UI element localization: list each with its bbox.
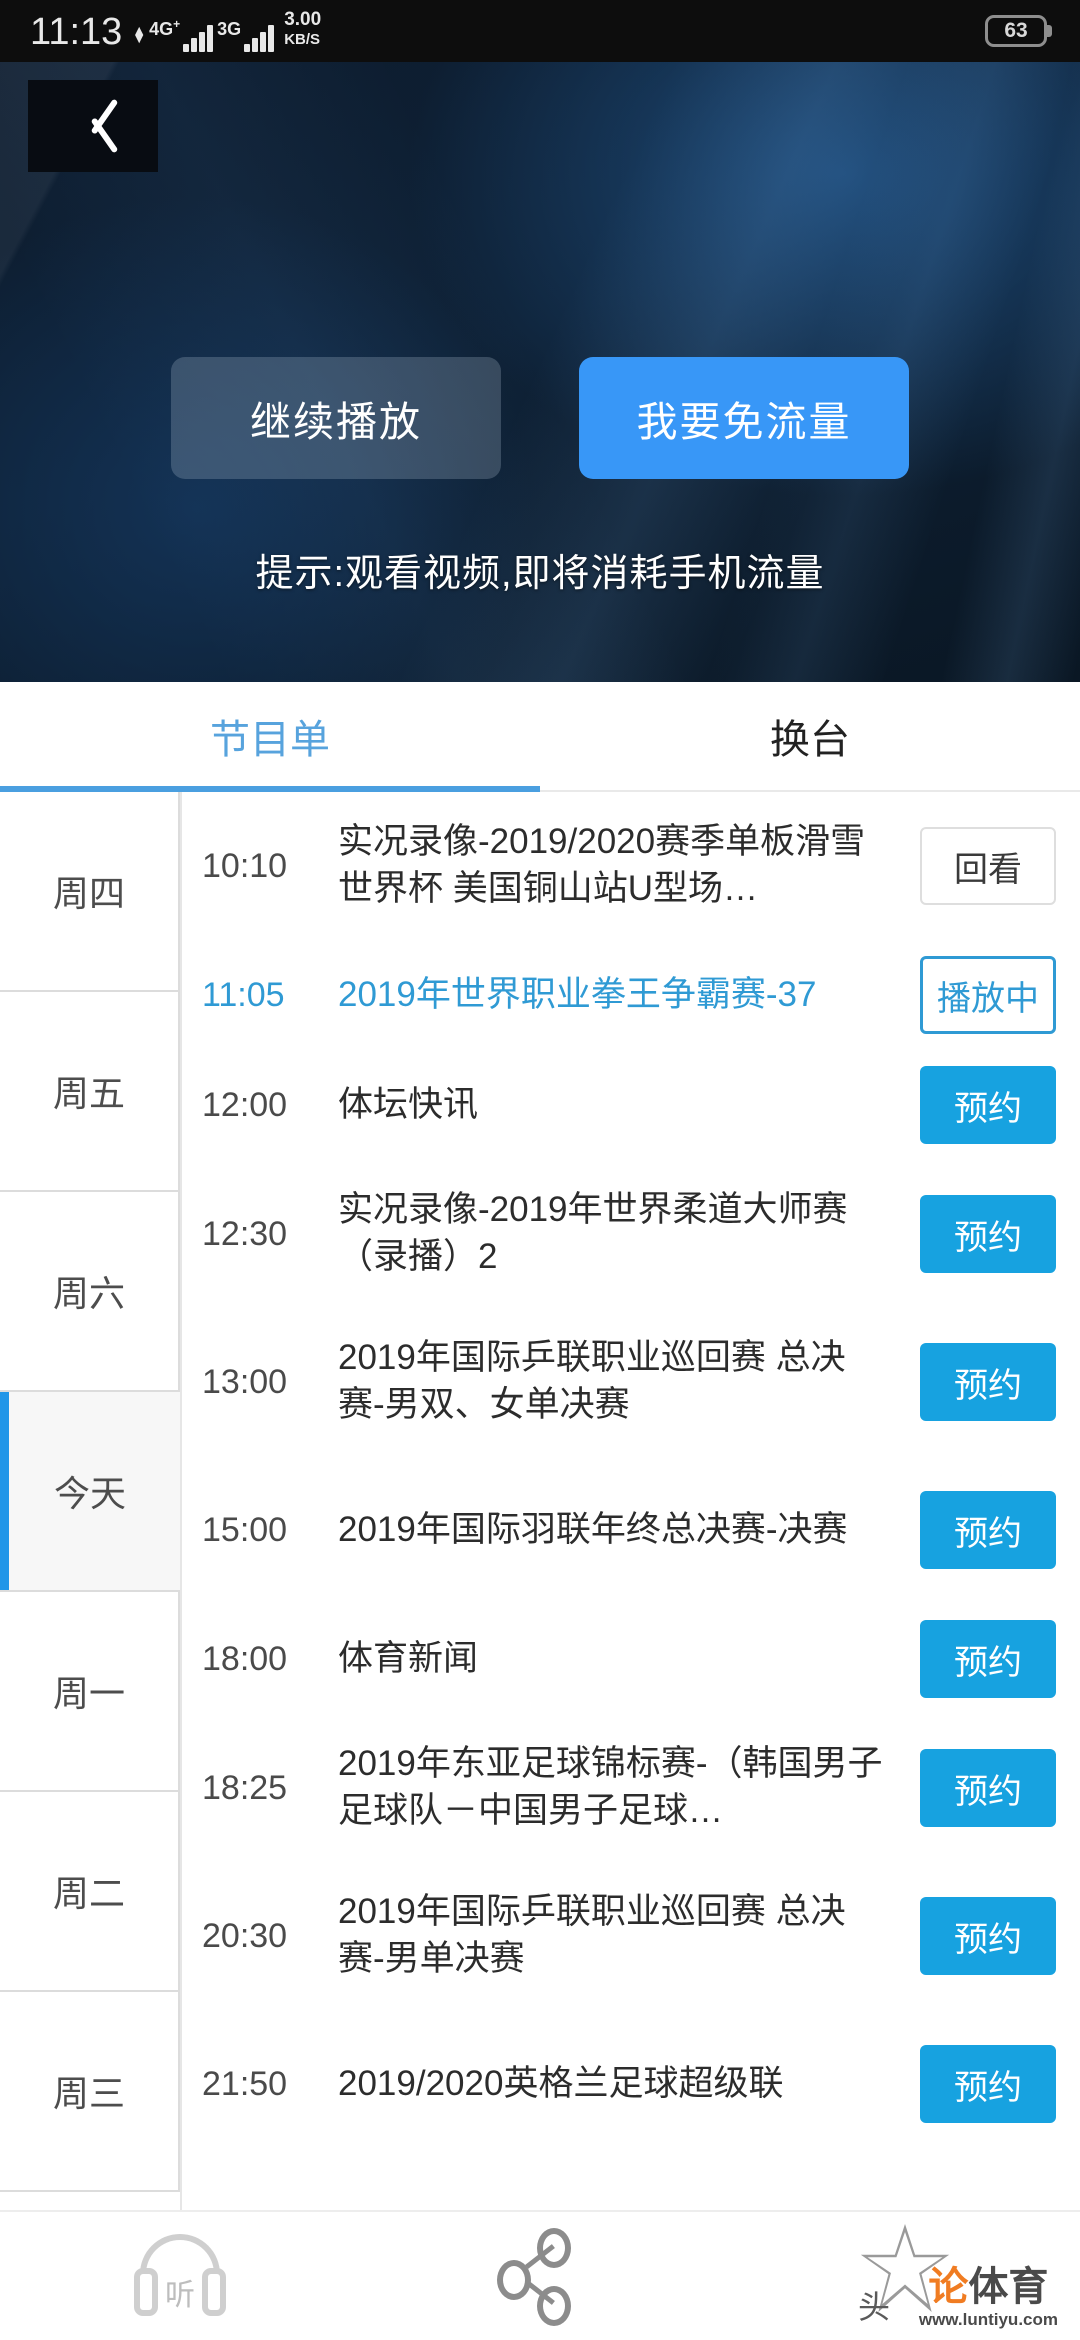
program-title: 2019年东亚足球锦标赛-（韩国男子足球队－中国男子足球… — [338, 1744, 883, 1830]
watermark-brand: 论体育 — [919, 2267, 1058, 2307]
content-tabs: 节目单 换台 — [0, 682, 1080, 792]
program-action-cell: 预约 — [906, 1620, 1056, 1698]
data-transfer-arrows-icon: ▲ ▼ — [132, 22, 146, 46]
battery-icon: 63 — [985, 15, 1047, 47]
network-type-secondary: 3G — [217, 19, 242, 39]
reserve-button[interactable]: 预约 — [920, 1066, 1056, 1144]
program-title: 实况录像-2019/2020赛季单板滑雪世界杯 美国铜山站U型场… — [338, 822, 866, 908]
network-speed-value: 3.00 — [284, 9, 322, 30]
program-title: 实况录像-2019年世界柔道大师赛（录播）2 — [338, 1190, 848, 1276]
program-title: 2019年世界职业拳王争霸赛-37 — [338, 974, 817, 1014]
table-row[interactable]: 21:50 2019/2020英格兰足球超级联 预约 — [182, 2010, 1080, 2158]
bottom-navigation-bar: 听 头 论体育 www.luntiyu.com — [0, 2210, 1080, 2340]
share-icon — [497, 2228, 583, 2326]
signal-secondary: 3G — [217, 19, 275, 52]
table-row[interactable]: 18:25 2019年东亚足球锦标赛-（韩国男子足球队－中国男子足球… 预约 — [182, 1714, 1080, 1862]
program-time: 10:10 — [202, 846, 288, 885]
network-type-primary: 4G+ — [149, 17, 181, 39]
tab-change-channel[interactable]: 换台 — [540, 682, 1080, 790]
program-title: 体育新闻 — [338, 1638, 479, 1678]
program-action-cell: 预约 — [906, 2045, 1056, 2123]
signal-bars-icon-primary — [183, 24, 214, 52]
schedule-section: 周四 周五 周六 今天 周一 周二 周三 10:10 实况录像-2019/202… — [0, 792, 1080, 2210]
program-list[interactable]: 10:10 实况录像-2019/2020赛季单板滑雪世界杯 美国铜山站U型场… … — [180, 792, 1080, 2210]
favorite-label: 头 — [857, 2289, 890, 2325]
program-time: 21:50 — [202, 2064, 288, 2103]
reserve-button[interactable]: 预约 — [920, 2045, 1056, 2123]
network-speed: 3.00 KB/S — [284, 10, 321, 50]
site-watermark: 论体育 www.luntiyu.com — [919, 2267, 1058, 2328]
network-speed-unit: KB/S — [284, 31, 321, 48]
sidebar-item-day-0[interactable]: 周四 — [0, 792, 180, 992]
headphones-icon: 听 — [134, 2234, 226, 2318]
table-row[interactable]: 12:30 实况录像-2019年世界柔道大师赛（录播）2 预约 — [182, 1160, 1080, 1308]
reserve-button[interactable]: 预约 — [920, 1897, 1056, 1975]
program-time: 13:00 — [202, 1362, 288, 1401]
program-action-cell: 回看 — [906, 827, 1056, 905]
program-title: 2019年国际乒联职业巡回赛 总决赛-男单决赛 — [338, 1892, 846, 1978]
table-row[interactable]: 15:00 2019年国际羽联年终总决赛-决赛 预约 — [182, 1456, 1080, 1604]
program-time: 15:00 — [202, 1510, 288, 1549]
reserve-button[interactable]: 预约 — [920, 1491, 1056, 1569]
data-usage-hint: 提示:观看视频,即将消耗手机流量 — [255, 553, 825, 595]
chevron-left-icon — [74, 93, 112, 159]
program-title: 2019/2020英格兰足球超级联 — [338, 2063, 784, 2103]
sidebar-item-day-today[interactable]: 今天 — [0, 1392, 180, 1592]
table-row[interactable]: 13:00 2019年国际乒联职业巡回赛 总决赛-男双、女单决赛 预约 — [182, 1308, 1080, 1456]
status-network-group: ▲ ▼ 4G+ 3G 3.00 KB/S — [132, 10, 321, 52]
watermark-url: www.luntiyu.com — [918, 2310, 1058, 2329]
day-selector-sidebar: 周四 周五 周六 今天 周一 周二 周三 — [0, 792, 180, 2210]
program-action-cell: 预约 — [906, 1897, 1056, 1975]
player-action-row: 继续播放 我要免流量 — [0, 357, 1080, 479]
table-row[interactable]: 12:00 体坛快讯 预约 — [182, 1050, 1080, 1160]
status-bar: 11:13 ▲ ▼ 4G+ 3G 3.00 KB/S 63 — [0, 0, 1080, 62]
table-row[interactable]: 11:05 2019年世界职业拳王争霸赛-37 播放中 — [182, 940, 1080, 1050]
status-clock: 11:13 — [30, 11, 123, 53]
tab-schedule[interactable]: 节目单 — [0, 682, 540, 790]
program-time: 18:00 — [202, 1639, 288, 1678]
program-time: 18:25 — [202, 1768, 288, 1807]
table-row[interactable]: 18:00 体育新闻 预约 — [182, 1604, 1080, 1714]
continue-play-button[interactable]: 继续播放 — [171, 357, 501, 479]
video-player[interactable]: 继续播放 我要免流量 提示:观看视频,即将消耗手机流量 — [0, 62, 1080, 682]
reserve-button[interactable]: 预约 — [920, 1343, 1056, 1421]
signal-bars-icon-secondary — [244, 24, 275, 52]
table-row[interactable]: 20:30 2019年国际乒联职业巡回赛 总决赛-男单决赛 预约 — [182, 1862, 1080, 2010]
reserve-button[interactable]: 预约 — [920, 1749, 1056, 1827]
program-time: 20:30 — [202, 1916, 288, 1955]
sidebar-item-day-6[interactable]: 周三 — [0, 1992, 180, 2192]
sidebar-item-day-4[interactable]: 周一 — [0, 1592, 180, 1792]
reserve-button[interactable]: 预约 — [920, 1620, 1056, 1698]
signal-primary: 4G+ — [149, 15, 214, 52]
program-action-cell: 播放中 — [906, 956, 1056, 1034]
program-action-cell: 预约 — [906, 1749, 1056, 1827]
table-row[interactable]: 10:10 实况录像-2019/2020赛季单板滑雪世界杯 美国铜山站U型场… … — [182, 792, 1080, 940]
program-time: 11:05 — [202, 975, 285, 1014]
sidebar-item-day-2[interactable]: 周六 — [0, 1192, 180, 1392]
now-playing-badge[interactable]: 播放中 — [920, 956, 1056, 1034]
program-time: 12:00 — [202, 1085, 288, 1124]
battery-level-text: 63 — [1004, 19, 1028, 42]
program-action-cell: 预约 — [906, 1491, 1056, 1569]
back-button[interactable] — [28, 80, 158, 172]
sidebar-item-day-1[interactable]: 周五 — [0, 992, 180, 1192]
sidebar-item-day-5[interactable]: 周二 — [0, 1792, 180, 1992]
watermark-brand-char-1: 论 — [928, 2265, 969, 2309]
program-title: 2019年国际羽联年终总决赛-决赛 — [338, 1509, 848, 1549]
program-time: 12:30 — [202, 1214, 288, 1253]
program-action-cell: 预约 — [906, 1343, 1056, 1421]
status-bar-left: 11:13 ▲ ▼ 4G+ 3G 3.00 KB/S — [0, 10, 321, 52]
program-title: 体坛快讯 — [338, 1084, 479, 1124]
program-action-cell: 预约 — [906, 1195, 1056, 1273]
listen-label: 听 — [165, 2279, 195, 2312]
program-action-cell: 预约 — [906, 1066, 1056, 1144]
reserve-button[interactable]: 预约 — [920, 1195, 1056, 1273]
free-data-button[interactable]: 我要免流量 — [579, 357, 909, 479]
watermark-brand-char-2: 体育 — [968, 2265, 1049, 2309]
nav-item-listen[interactable]: 听 — [0, 2212, 360, 2340]
nav-item-share[interactable] — [360, 2212, 720, 2340]
replay-button[interactable]: 回看 — [920, 827, 1056, 905]
program-title: 2019年国际乒联职业巡回赛 总决赛-男双、女单决赛 — [338, 1338, 846, 1424]
